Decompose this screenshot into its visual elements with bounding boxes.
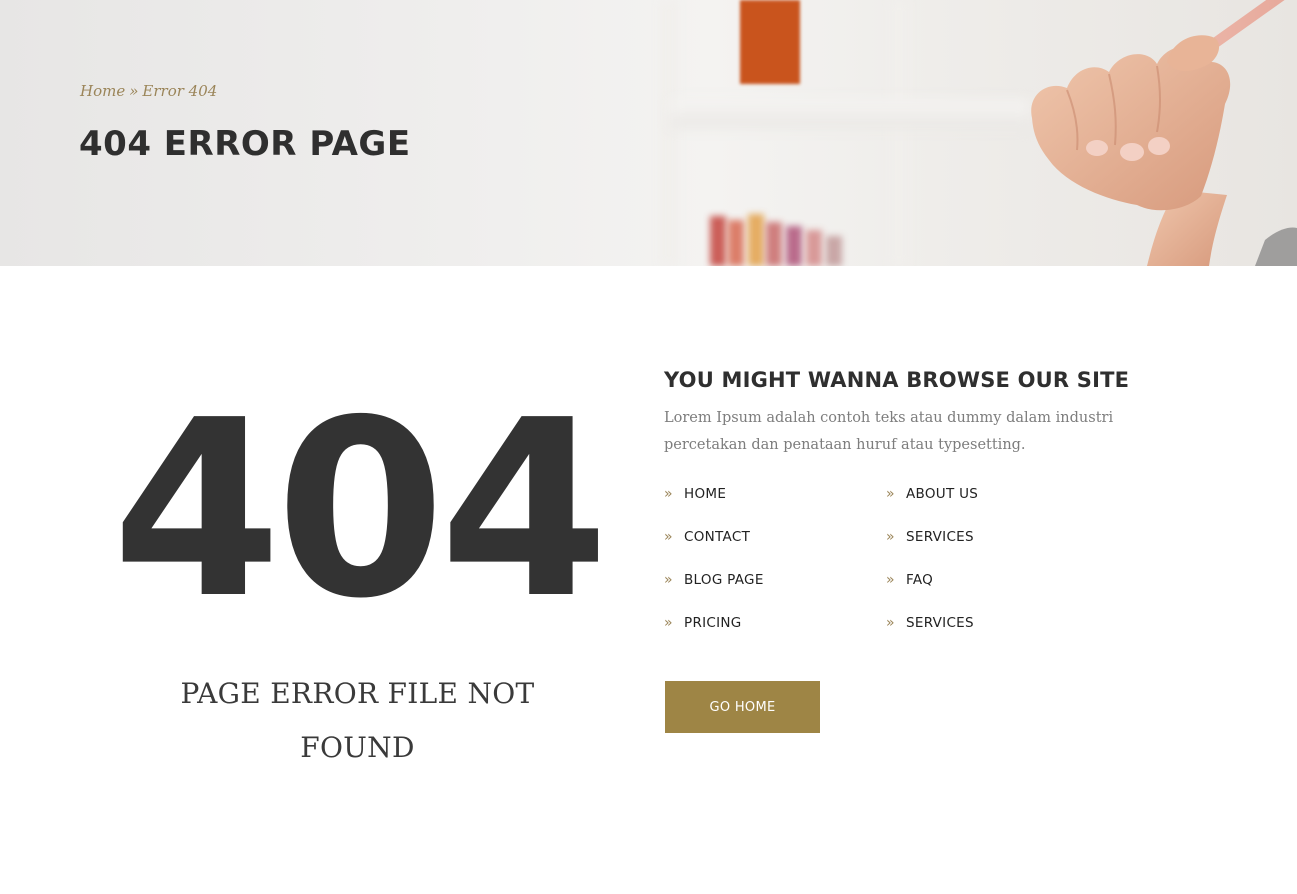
book — [826, 236, 842, 266]
link-services-2[interactable]: » SERVICES — [886, 609, 1108, 637]
double-chevron-right-icon: » — [664, 615, 673, 631]
shelf-post — [660, 0, 678, 266]
double-chevron-right-icon: » — [886, 486, 895, 502]
breadcrumb-separator: » — [129, 82, 139, 100]
link-label: CONTACT — [684, 529, 751, 545]
link-services[interactable]: » SERVICES — [886, 523, 1108, 551]
double-chevron-right-icon: » — [664, 572, 673, 588]
book — [710, 216, 726, 266]
site-links-list: » HOME » ABOUT US » CONTACT » SERVICES »… — [664, 480, 1114, 652]
double-chevron-right-icon: » — [886, 615, 895, 631]
shelf-board — [670, 100, 1030, 128]
double-chevron-right-icon: » — [886, 529, 895, 545]
error-code: 404 — [111, 368, 609, 652]
link-home[interactable]: » HOME — [664, 480, 886, 508]
link-label: ABOUT US — [906, 486, 979, 502]
double-chevron-right-icon: » — [664, 486, 673, 502]
go-home-button[interactable]: GO HOME — [665, 681, 820, 733]
double-chevron-right-icon: » — [664, 529, 673, 545]
error-message: PAGE ERROR FILE NOT FOUND — [180, 677, 535, 764]
breadcrumb: Home» Error 404 — [80, 82, 217, 100]
shelf-post — [890, 0, 908, 266]
breadcrumb-current: Error 404 — [142, 82, 218, 100]
link-contact[interactable]: » CONTACT — [664, 523, 886, 551]
link-label: FAQ — [906, 572, 934, 588]
link-label: BLOG PAGE — [684, 572, 764, 588]
browse-section-title: YOU MIGHT WANNA BROWSE OUR SITE — [664, 368, 1130, 392]
page-header-banner: Home» Error 404 404 ERROR PAGE — [0, 0, 1297, 266]
link-label: HOME — [684, 486, 727, 502]
link-blog-page[interactable]: » BLOG PAGE — [664, 566, 886, 594]
link-faq[interactable]: » FAQ — [886, 566, 1108, 594]
double-chevron-right-icon: » — [886, 572, 895, 588]
book — [786, 226, 802, 266]
link-label: SERVICES — [906, 529, 974, 545]
page-title: 404 ERROR PAGE — [79, 124, 411, 164]
book — [806, 230, 822, 266]
breadcrumb-home-link[interactable]: Home — [80, 82, 125, 100]
orange-box — [740, 0, 800, 84]
browse-section-description: Lorem Ipsum adalah contoh teks atau dumm… — [664, 410, 1114, 453]
book — [728, 220, 744, 266]
hand-holding-pencil-image — [1031, 0, 1297, 266]
book — [748, 214, 764, 266]
link-pricing[interactable]: » PRICING — [664, 609, 886, 637]
link-label: PRICING — [684, 615, 742, 631]
bookshelf-background — [640, 0, 1040, 266]
link-label: SERVICES — [906, 615, 974, 631]
book — [766, 222, 782, 266]
link-about-us[interactable]: » ABOUT US — [886, 480, 1108, 508]
